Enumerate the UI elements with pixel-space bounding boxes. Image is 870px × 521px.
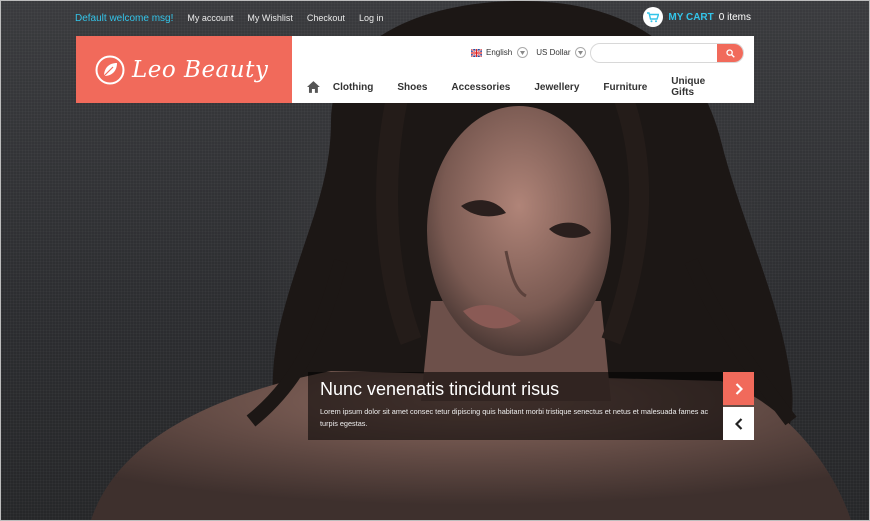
language-select[interactable]: English xyxy=(486,48,512,57)
slider-prev-button[interactable] xyxy=(723,407,754,440)
logo-text: Leo Beauty xyxy=(132,56,269,83)
welcome-message: Default welcome msg! xyxy=(75,12,174,24)
slider-next-button[interactable] xyxy=(723,372,754,405)
search-input[interactable] xyxy=(591,46,727,62)
nav-item-accessories[interactable]: Accessories xyxy=(451,82,510,93)
my-wishlist-link[interactable]: My Wishlist xyxy=(247,13,293,23)
my-account-link[interactable]: My account xyxy=(187,13,233,23)
cart-label[interactable]: MY CART xyxy=(668,12,713,23)
login-link[interactable]: Log in xyxy=(359,13,384,23)
nav-item-furniture[interactable]: Furniture xyxy=(603,82,647,93)
search-box xyxy=(590,43,744,63)
slide-title: Nunc venenatis tincidunt risus xyxy=(320,379,560,399)
main-menu: Clothing Shoes Accessories Jewellery Fur… xyxy=(307,76,754,98)
currency-select[interactable]: US Dollar xyxy=(536,48,570,57)
nav-item-jewellery[interactable]: Jewellery xyxy=(534,82,579,93)
chevron-left-icon xyxy=(734,417,742,430)
language-dropdown-icon[interactable] xyxy=(517,47,529,58)
nav-item-clothing[interactable]: Clothing xyxy=(333,82,374,93)
home-icon[interactable] xyxy=(307,81,320,93)
leaf-logo-icon xyxy=(95,55,125,84)
nav-item-shoes[interactable]: Shoes xyxy=(397,82,427,93)
page-frame: Default welcome msg! My account My Wishl… xyxy=(0,0,870,521)
currency-dropdown-icon[interactable] xyxy=(575,47,587,58)
top-bar: Default welcome msg! My account My Wishl… xyxy=(75,10,397,26)
uk-flag-icon xyxy=(471,48,482,57)
checkout-link[interactable]: Checkout xyxy=(307,13,345,23)
cart-icon[interactable] xyxy=(643,7,664,27)
search-button[interactable] xyxy=(717,44,743,62)
chevron-right-icon xyxy=(735,382,743,395)
site-logo[interactable]: Leo Beauty xyxy=(76,36,292,103)
search-icon xyxy=(725,48,735,58)
slide-description: Lorem ipsum dolor sit amet consec tetur … xyxy=(320,407,709,428)
slide-caption: Nunc venenatis tincidunt risus Lorem ips… xyxy=(308,372,723,440)
nav-item-unique-gifts[interactable]: Unique Gifts xyxy=(671,76,730,98)
cart-item-count: 0 items xyxy=(718,11,751,23)
locale-switchers: English US Dollar xyxy=(471,47,594,58)
header-nav-panel: English US Dollar Clothing Shoes Accesso… xyxy=(292,36,754,103)
cart-summary[interactable]: MY CART 0 items xyxy=(643,7,751,27)
